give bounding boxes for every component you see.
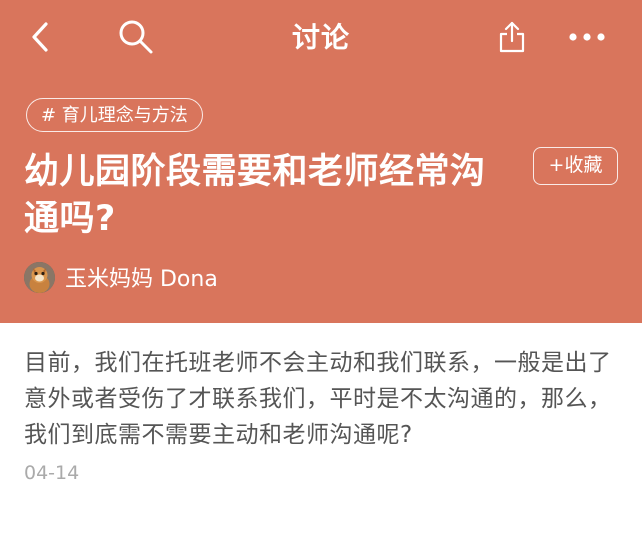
navbar: 讨论 <box>0 0 642 76</box>
share-button[interactable] <box>489 14 535 60</box>
post-header: 讨论 # 育儿理念与方法 幼儿园阶段需要和老师经常沟通吗? +收藏 玉米妈妈 D… <box>0 0 642 323</box>
post-title: 幼儿园阶段需要和老师经常沟通吗? <box>24 152 486 239</box>
post-date: 04-14 <box>24 462 80 484</box>
more-icon <box>569 33 605 41</box>
author-name[interactable]: 玉米妈妈 Dona <box>65 261 218 293</box>
more-button[interactable] <box>564 14 610 60</box>
share-icon <box>499 21 525 53</box>
topic-tag[interactable]: # 育儿理念与方法 <box>26 98 203 132</box>
author-info[interactable]: 玉米妈妈 Dona <box>24 260 218 294</box>
post-body: 目前，我们在托班老师不会主动和我们联系，一般是出了意外或者受伤了才联系我们，平时… <box>24 350 612 448</box>
page-title: 讨论 <box>291 21 350 54</box>
favorite-button[interactable]: +收藏 <box>533 147 618 185</box>
avatar[interactable] <box>24 261 55 293</box>
